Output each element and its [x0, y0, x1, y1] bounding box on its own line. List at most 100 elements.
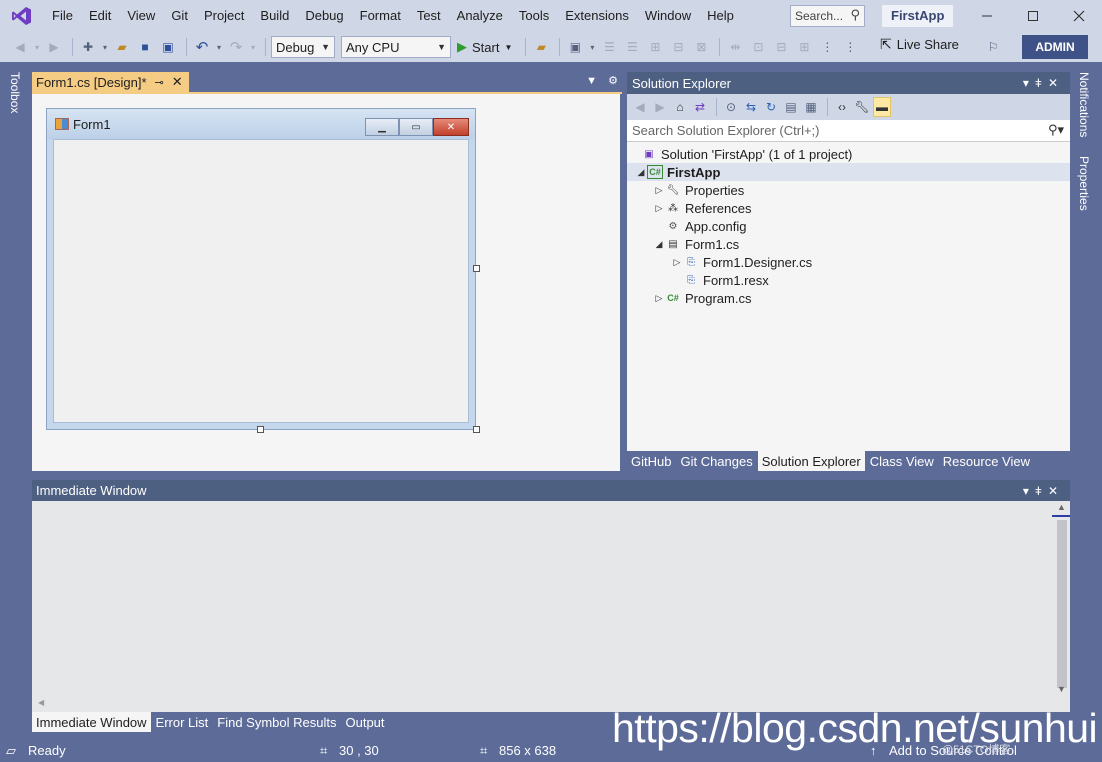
configuration-select[interactable]: Debug ▼	[271, 36, 335, 58]
view-code-icon[interactable]: ‹›	[833, 97, 851, 117]
resize-handle-corner[interactable]	[473, 426, 480, 433]
align-grid-icon[interactable]: ⊞	[645, 37, 665, 57]
chevron-down-icon[interactable]: ▾	[588, 37, 596, 57]
expand-arrow-icon[interactable]: ▷	[653, 293, 665, 304]
tab-solution-explorer[interactable]: Solution Explorer	[757, 451, 865, 471]
chevron-down-icon[interactable]: ▾	[249, 37, 257, 57]
tab-resource-view[interactable]: Resource View	[939, 451, 1034, 471]
menu-view[interactable]: View	[119, 0, 163, 32]
maximize-button[interactable]	[1010, 0, 1056, 32]
open-folder-icon[interactable]: ▰	[112, 37, 132, 57]
make-same-size-icon[interactable]: ⊟	[668, 37, 688, 57]
center-vertically-icon[interactable]: ⋮	[817, 37, 837, 57]
form-maximize-button[interactable]: ▭	[399, 118, 433, 136]
properties-wrench-icon[interactable]: 🔧︎	[853, 97, 871, 117]
form1-window[interactable]: Form1 ▁ ▭ ✕	[46, 108, 476, 430]
form-client-area[interactable]	[53, 139, 469, 423]
scroll-left-icon[interactable]: ◀	[38, 698, 44, 707]
menu-project[interactable]: Project	[196, 0, 252, 32]
tree-item-form1-designer-cs[interactable]: ▷ ⎘ Form1.Designer.cs	[627, 253, 1070, 271]
preview-selected-items-icon[interactable]: ▬	[873, 97, 891, 117]
solution-search-input[interactable]: Search Solution Explorer (Ctrl+;) ⚲▾	[627, 120, 1070, 142]
menu-git[interactable]: Git	[163, 0, 196, 32]
spacing-horizontal-icon[interactable]: ⇹	[725, 37, 745, 57]
scroll-down-icon[interactable]: ▼	[1057, 684, 1066, 694]
minimize-button[interactable]	[964, 0, 1010, 32]
form-designer-surface[interactable]: Form1 ▁ ▭ ✕	[32, 94, 620, 471]
expand-arrow-icon[interactable]: ▷	[671, 257, 683, 268]
menu-window[interactable]: Window	[637, 0, 699, 32]
menu-help[interactable]: Help	[699, 0, 742, 32]
undo-icon[interactable]: ↶	[192, 37, 212, 57]
form-title-bar[interactable]: Form1 ▁ ▭ ✕	[47, 109, 475, 139]
menu-edit[interactable]: Edit	[81, 0, 119, 32]
account-button[interactable]: ADMIN	[1022, 35, 1088, 59]
tree-item-project-firstapp[interactable]: ◢ C# FirstApp	[627, 163, 1070, 181]
chevron-down-icon[interactable]: ▾	[215, 37, 223, 57]
align-center-icon[interactable]: ☰	[622, 37, 642, 57]
size-to-grid-icon[interactable]: ⊠	[691, 37, 711, 57]
menu-file[interactable]: File	[44, 0, 81, 32]
new-project-icon[interactable]: ✚	[78, 37, 98, 57]
toolbox-rail-tab[interactable]: Toolbox	[8, 72, 22, 113]
back-icon[interactable]: ◀	[631, 97, 649, 117]
close-icon[interactable]: ✕	[172, 74, 183, 90]
spacing-equal-icon[interactable]: ⊡	[748, 37, 768, 57]
center-horizontally-icon[interactable]: ⋮	[840, 37, 860, 57]
collapse-arrow-icon[interactable]: ◢	[635, 167, 647, 178]
close-button[interactable]	[1056, 0, 1102, 32]
chevron-down-icon[interactable]: ▼	[586, 75, 597, 87]
expand-arrow-icon[interactable]: ▷	[653, 203, 665, 214]
platform-select[interactable]: Any CPU ▼	[341, 36, 451, 58]
resize-handle-bottom[interactable]	[257, 426, 264, 433]
refresh-icon[interactable]: ↻	[762, 97, 780, 117]
immediate-input-area[interactable]	[32, 501, 1052, 712]
tree-item-program-cs[interactable]: ▷ C# Program.cs	[627, 289, 1070, 307]
form-minimize-button[interactable]: ▁	[365, 118, 399, 136]
pin-icon[interactable]: ǂ	[1035, 76, 1048, 90]
chevron-down-icon[interactable]: ▾	[33, 37, 41, 57]
chevron-down-icon[interactable]: ▾	[1023, 76, 1035, 90]
forward-icon[interactable]: ▶	[651, 97, 669, 117]
align-left-icon[interactable]: ☰	[599, 37, 619, 57]
sync-icon[interactable]: ⇆	[742, 97, 760, 117]
view-designer-icon[interactable]: ▣	[565, 37, 585, 57]
vertical-scrollbar[interactable]: ▲ ▼	[1054, 502, 1068, 712]
gear-icon[interactable]: ⚙	[608, 75, 618, 87]
collapse-all-icon[interactable]: ▤	[782, 97, 800, 117]
tree-item-app-config[interactable]: ⚙ App.config	[627, 217, 1070, 235]
live-share-button[interactable]: ⇱ Live Share	[880, 36, 959, 53]
redo-icon[interactable]: ↷	[226, 37, 246, 57]
tab-output[interactable]: Output	[342, 712, 389, 732]
search-input[interactable]: Search... ⚲	[790, 5, 865, 27]
tree-item-references[interactable]: ▷ ⁂ References	[627, 199, 1070, 217]
spacing-remove-icon[interactable]: ⊞	[794, 37, 814, 57]
chevron-down-icon[interactable]: ▾	[1023, 484, 1035, 498]
notifications-rail-tab[interactable]: Notifications	[1077, 72, 1091, 137]
document-tab-form1-design[interactable]: Form1.cs [Design]* ⊸ ✕	[32, 72, 189, 92]
browse-folder-icon[interactable]: ▰	[531, 37, 551, 57]
navigate-forward-icon[interactable]: ▶	[44, 37, 64, 57]
save-all-icon[interactable]: ▣	[158, 37, 178, 57]
spacing-decrease-icon[interactable]: ⊟	[771, 37, 791, 57]
tree-item-form1-resx[interactable]: ⎘ Form1.resx	[627, 271, 1070, 289]
close-icon[interactable]: ✕	[1048, 484, 1064, 498]
show-all-files-icon[interactable]: ▦	[802, 97, 820, 117]
pin-icon[interactable]: ǂ	[1035, 484, 1048, 498]
chevron-down-icon[interactable]: ▾	[101, 37, 109, 57]
pin-icon[interactable]: ⊸	[155, 76, 164, 89]
menu-analyze[interactable]: Analyze	[449, 0, 511, 32]
menu-test[interactable]: Test	[409, 0, 449, 32]
menu-debug[interactable]: Debug	[297, 0, 351, 32]
save-icon[interactable]: ■	[135, 37, 155, 57]
form-close-button[interactable]: ✕	[433, 118, 469, 136]
feedback-icon[interactable]: ⚐	[983, 37, 1003, 57]
tab-github[interactable]: GitHub	[627, 451, 675, 471]
tree-item-form1-cs[interactable]: ◢ ▤ Form1.cs	[627, 235, 1070, 253]
tab-immediate-window[interactable]: Immediate Window	[32, 712, 151, 732]
start-debugging-button[interactable]: ▶ Start ▼	[457, 39, 512, 55]
home-icon[interactable]: ⌂	[671, 97, 689, 117]
navigate-back-icon[interactable]: ◀	[10, 37, 30, 57]
tree-item-properties[interactable]: ▷ 🔧︎ Properties	[627, 181, 1070, 199]
switch-views-icon[interactable]: ⇄	[691, 97, 709, 117]
